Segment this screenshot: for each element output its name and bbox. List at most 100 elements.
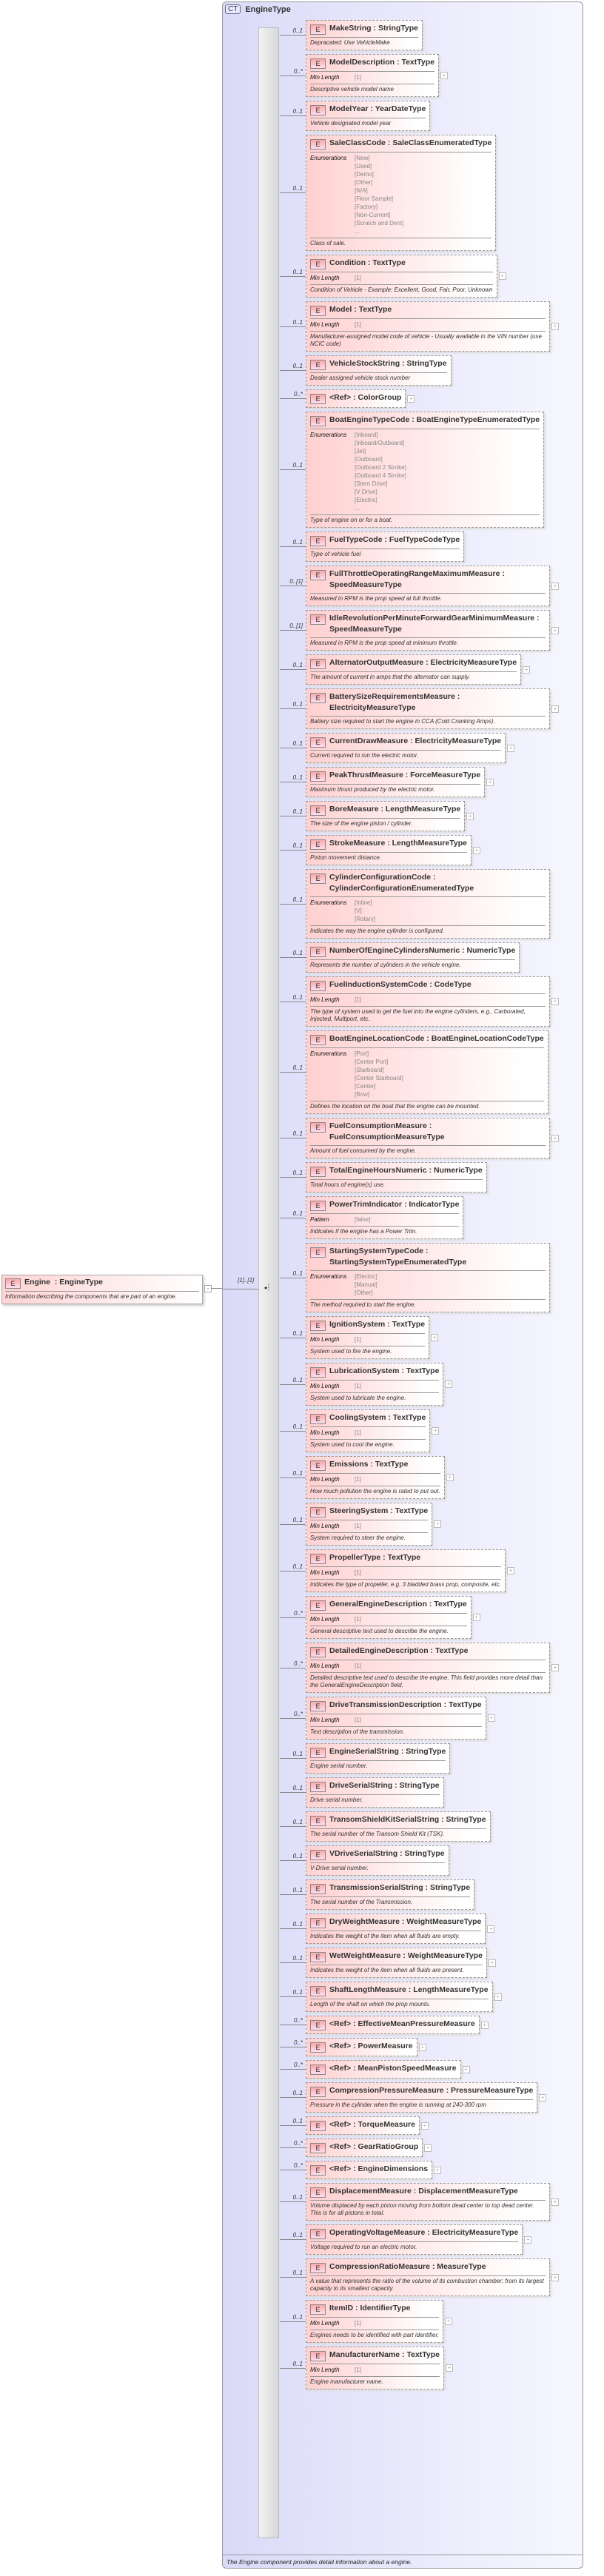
element-box[interactable]: E FuelTypeCode : FuelTypeCodeType Type of … [306, 531, 465, 562]
expand-icon[interactable]: + [440, 72, 448, 79]
element-box[interactable]: E CoolingSystem : TextType Min Length [1] Sy… [306, 1409, 431, 1452]
element-box[interactable]: E SaleClassCode : SaleClassEnumeratedType… [306, 135, 497, 251]
expand-icon[interactable]: + [431, 1334, 439, 1341]
element-box[interactable]: E LubricationSystem : TextType Min Length [… [306, 1363, 444, 1406]
expand-icon[interactable]: + [434, 2166, 442, 2174]
element-box[interactable]: E Condition : TextType Min Length [1] Condit… [306, 255, 497, 298]
element-box[interactable]: E FuelConsumptionMeasure : FuelConsumptio… [306, 1118, 550, 1158]
expand-icon[interactable]: + [446, 2364, 454, 2372]
element-box[interactable]: E <Ref> : GearRatioGroup [306, 2139, 423, 2157]
expand-icon[interactable]: + [498, 272, 506, 280]
sequence-icon[interactable]: •⫶ [264, 1283, 269, 1294]
collapse-icon[interactable]: − [204, 1285, 212, 1292]
expand-icon[interactable]: + [486, 778, 494, 786]
element-box[interactable]: E OperatingVoltageMeasure : ElectricityMe… [306, 2224, 523, 2255]
expand-icon[interactable]: + [539, 2093, 547, 2102]
element-box[interactable]: E ModelDescription : TextType Min Length [1… [306, 54, 439, 97]
expand-icon[interactable]: + [494, 1993, 502, 2001]
element-box[interactable]: E BoatEngineTypeCode : BoatEngineTypeEnum… [306, 412, 545, 528]
expand-icon[interactable]: + [551, 323, 559, 330]
element-box[interactable]: E FullThrottleOperatingRangeMaximumMeasur… [306, 566, 550, 606]
element-box[interactable]: E TotalEngineHoursNumeric : NumericType To… [306, 1162, 487, 1193]
expand-icon[interactable]: + [480, 2021, 489, 2029]
element-box[interactable]: E ModelYear : YearDateType Vehicle designa… [306, 101, 431, 131]
element-box[interactable]: E DryWeightMeasure : WeightMeasureType Ind… [306, 1913, 486, 1944]
expand-icon[interactable]: + [462, 2065, 470, 2073]
element-box[interactable]: E Emissions : TextType Min Length [1] How mu… [306, 1456, 445, 1499]
element-box[interactable]: E DetailedEngineDescription : TextType Min… [306, 1643, 550, 1693]
element-box[interactable]: E DisplacementMeasure : DisplacementMeasu… [306, 2183, 550, 2221]
element-box[interactable]: E ItemID : IdentifierType Min Length [1] Eng… [306, 2300, 444, 2343]
expand-icon[interactable]: + [446, 1474, 454, 1481]
element-box[interactable]: E BoreMeasure : LengthMeasureType The size… [306, 801, 466, 831]
expand-icon[interactable]: + [420, 2121, 429, 2130]
element-box[interactable]: E AlternatorOutputMeasure : ElectricityMe… [306, 654, 522, 685]
expand-icon[interactable]: + [487, 1714, 495, 1722]
element-box[interactable]: E <Ref> : MeanPistonSpeedMeasure [306, 2060, 461, 2079]
element-box[interactable]: E MakeString : StringType Depracated: Use … [306, 20, 423, 50]
expand-icon[interactable]: + [472, 846, 480, 854]
element-box[interactable]: E <Ref> : EngineDimensions [306, 2161, 433, 2179]
element-box[interactable]: E Model : TextType Min Length [1] Manufactur… [306, 301, 550, 352]
element-box[interactable]: E FuelInductionSystemCode : CodeType Min L… [306, 976, 550, 1027]
element-title: LubricationSystem : TextType [329, 1366, 440, 1375]
expand-icon[interactable]: + [424, 2144, 432, 2152]
element-box[interactable]: E IdleRevolutionPerMinuteForwardGearMinim… [306, 610, 550, 651]
expand-icon[interactable]: + [507, 744, 515, 752]
element-box[interactable]: E CurrentDrawMeasure : ElectricityMeasure… [306, 733, 506, 763]
element-box[interactable]: E BatterySizeRequirementsMeasure : Electr… [306, 688, 550, 729]
element-box[interactable]: E StartingSystemTypeCode : StartingSystem… [306, 1243, 550, 1312]
element-row: 0..1 E SteeringSystem : TextType Min Length… [280, 1503, 580, 1546]
element-box[interactable]: E <Ref> : TorqueMeasure [306, 2116, 420, 2135]
element-box[interactable]: E TransomShieldKitSerialString : StringTy… [306, 1811, 491, 1842]
expand-icon[interactable]: + [445, 2318, 453, 2325]
element-box[interactable]: E PowerTrimIndicator : IndicatorType Patte… [306, 1196, 464, 1239]
expand-icon[interactable]: + [407, 395, 415, 403]
element-box[interactable]: E CompressionPressureMeasure : PressureMe… [306, 2082, 538, 2113]
element-box[interactable]: E EngineSerialString : StringType Engine s… [306, 1743, 451, 1774]
element-box[interactable]: E ShaftLengthMeasure : LengthMeasureType L… [306, 1982, 493, 2012]
element-box[interactable]: E VDriveSerialString : StringType V-Drive … [306, 1845, 449, 1876]
expand-icon[interactable]: + [551, 582, 559, 590]
element-box[interactable]: E PropellerType : TextType Min Length [1] In… [306, 1549, 506, 1592]
element-box[interactable]: E CompressionRatioMeasure : MeasureType A … [306, 2258, 550, 2296]
element-box[interactable]: E NumberOfEngineCylindersNumeric : Numeri… [306, 942, 520, 973]
element-box[interactable]: E TransmissionSerialString : StringType Th… [306, 1879, 475, 1910]
element-box[interactable]: E StrokeMeasure : LengthMeasureType Piston… [306, 835, 472, 865]
expand-icon[interactable]: + [551, 1134, 559, 1142]
expand-icon[interactable]: + [488, 1959, 496, 1967]
element-box[interactable]: E IgnitionSystem : TextType Min Length [1] S… [306, 1316, 430, 1359]
expand-icon[interactable]: + [551, 626, 559, 634]
root-element-engine[interactable]: E Engine : EngineType Information descri… [1, 1275, 203, 1304]
element-box[interactable]: E <Ref> : EffectiveMeanPressureMeasure [306, 2016, 480, 2034]
element-box[interactable]: E PeakThrustMeasure : ForceMeasureType Max… [306, 767, 486, 797]
element-box[interactable]: E CylinderConfigurationCode : CylinderCon… [306, 869, 550, 939]
expand-icon[interactable]: + [551, 1664, 559, 1671]
expand-icon[interactable]: + [523, 665, 531, 674]
element-box[interactable]: E <Ref> : PowerMeasure [306, 2038, 417, 2056]
element-box[interactable]: E VehicleStockString : StringType Dealer a… [306, 355, 452, 386]
element-box[interactable]: E BoatEngineLocationCode : BoatEngineLoca… [306, 1030, 548, 1114]
expand-icon[interactable]: + [551, 2273, 559, 2281]
element-box[interactable]: E ManufacturerName : TextType Min Length [1… [306, 2347, 445, 2389]
element-title: <Ref> : PowerMeasure [329, 2042, 413, 2050]
element-box[interactable]: E DriveTransmissionDescription : TextType… [306, 1697, 486, 1740]
expand-icon[interactable]: + [466, 812, 474, 820]
expand-icon[interactable]: + [445, 1381, 453, 1388]
element-box[interactable]: E DriveSerialString : StringType Drive ser… [306, 1777, 444, 1808]
element-row: 0..1 E VehicleStockString : StringType Deal… [280, 355, 580, 386]
element-box[interactable]: E GeneralEngineDescription : TextType Min … [306, 1596, 472, 1639]
expand-icon[interactable]: + [418, 2043, 426, 2051]
expand-icon[interactable]: + [434, 1520, 442, 1528]
expand-icon[interactable]: + [551, 998, 559, 1005]
expand-icon[interactable]: + [551, 705, 559, 713]
expand-icon[interactable]: + [506, 1567, 514, 1574]
expand-icon[interactable]: + [551, 2198, 559, 2206]
expand-icon[interactable]: + [487, 1925, 495, 1933]
element-box[interactable]: E WetWeightMeasure : WeightMeasureType Ind… [306, 1948, 487, 1978]
expand-icon[interactable]: + [472, 1614, 480, 1621]
element-box[interactable]: E SteeringSystem : TextType Min Length [1] S… [306, 1503, 433, 1546]
expand-icon[interactable]: + [432, 1427, 440, 1435]
expand-icon[interactable]: + [524, 2235, 532, 2244]
element-box[interactable]: E <Ref> : ColorGroup [306, 389, 406, 408]
